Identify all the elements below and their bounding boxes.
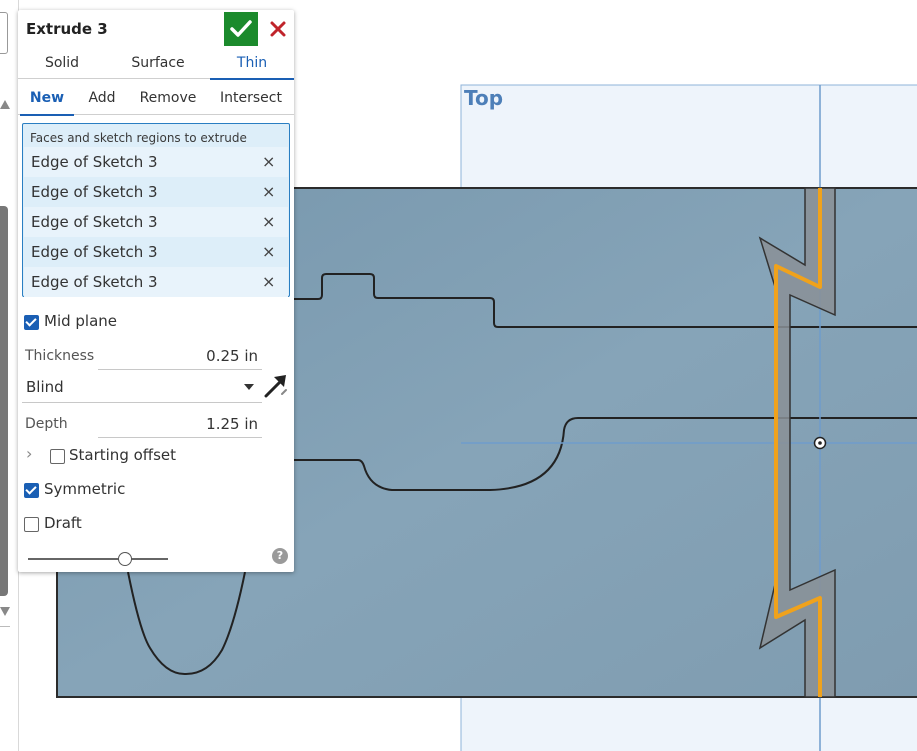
- tab-new[interactable]: New: [20, 86, 74, 116]
- extrude-feature-dialog: Extrude 3 Solid Surface Thin New Add Rem…: [18, 10, 294, 572]
- plane-label[interactable]: Top: [464, 86, 503, 110]
- selection-field[interactable]: Faces and sketch regions to extrude Edge…: [22, 123, 290, 297]
- selection-item[interactable]: Edge of Sketch 3 ×: [24, 147, 288, 177]
- tab-surface[interactable]: Surface: [114, 52, 202, 78]
- flip-direction-arrow-icon[interactable]: [264, 372, 290, 398]
- remove-selection-icon[interactable]: ×: [262, 152, 275, 171]
- selection-label: Faces and sketch regions to extrude: [30, 131, 247, 145]
- tab-solid[interactable]: Solid: [18, 52, 106, 78]
- end-type-underline: [22, 402, 262, 403]
- selection-item-label: Edge of Sketch 3: [31, 243, 158, 261]
- cancel-button[interactable]: [264, 12, 292, 46]
- tab-thin[interactable]: Thin: [210, 52, 294, 80]
- feature-title[interactable]: Extrude 3: [26, 20, 108, 38]
- remove-selection-icon[interactable]: ×: [262, 242, 275, 261]
- thickness-label: Thickness: [25, 348, 95, 364]
- starting-offset-checkbox[interactable]: [50, 449, 65, 464]
- selection-item-label: Edge of Sketch 3: [31, 183, 158, 201]
- remove-selection-icon[interactable]: ×: [262, 182, 275, 201]
- draft-label: Draft: [44, 514, 82, 532]
- selection-item[interactable]: Edge of Sketch 3 ×: [24, 207, 288, 237]
- operation-tabs: New Add Remove Intersect: [18, 86, 294, 116]
- symmetric-label: Symmetric: [44, 480, 126, 498]
- feature-list-toggle[interactable]: [0, 12, 8, 54]
- selection-item-label: Edge of Sketch 3: [31, 273, 158, 291]
- depth-field[interactable]: 1.25 in: [138, 415, 258, 433]
- selection-item[interactable]: Edge of Sketch 3 ×: [24, 237, 288, 267]
- symmetric-checkbox[interactable]: [24, 483, 39, 498]
- depth-underline: [98, 437, 262, 438]
- strip-divider: [0, 626, 10, 627]
- accept-button[interactable]: [224, 12, 258, 46]
- origin-dot: [818, 441, 822, 445]
- tab-add[interactable]: Add: [78, 86, 126, 114]
- mid-plane-checkbox[interactable]: [24, 315, 39, 330]
- selection-item[interactable]: Edge of Sketch 3 ×: [24, 177, 288, 207]
- remove-selection-icon[interactable]: ×: [262, 212, 275, 231]
- mid-plane-label: Mid plane: [44, 312, 118, 330]
- chevron-right-icon[interactable]: ›: [26, 444, 32, 463]
- selection-item-label: Edge of Sketch 3: [31, 153, 158, 171]
- scroll-down-icon[interactable]: [0, 607, 10, 616]
- chevron-down-icon[interactable]: [244, 384, 254, 390]
- tab-intersect[interactable]: Intersect: [214, 86, 288, 114]
- tab-remove[interactable]: Remove: [134, 86, 202, 114]
- thickness-field[interactable]: 0.25 in: [138, 347, 258, 365]
- selection-item[interactable]: Edge of Sketch 3 ×: [24, 267, 288, 297]
- depth-label: Depth: [25, 416, 68, 432]
- starting-offset-label: Starting offset: [69, 446, 177, 464]
- dialog-opacity-slider-track[interactable]: [28, 558, 168, 560]
- dialog-opacity-slider-thumb[interactable]: [118, 552, 132, 566]
- help-icon[interactable]: ?: [272, 548, 288, 564]
- feature-list-strip: [0, 0, 19, 751]
- feature-list-scrollbar[interactable]: [0, 206, 8, 596]
- draft-checkbox[interactable]: [24, 517, 39, 532]
- dialog-header: Extrude 3: [18, 10, 294, 48]
- body-type-tabs: Solid Surface Thin: [18, 52, 294, 80]
- selection-item-label: Edge of Sketch 3: [31, 213, 158, 231]
- close-icon: [270, 21, 286, 37]
- thickness-underline: [98, 369, 262, 370]
- checkmark-icon: [230, 20, 252, 37]
- scroll-up-icon[interactable]: [0, 100, 10, 109]
- remove-selection-icon[interactable]: ×: [262, 272, 275, 291]
- end-type-select[interactable]: Blind: [26, 378, 64, 396]
